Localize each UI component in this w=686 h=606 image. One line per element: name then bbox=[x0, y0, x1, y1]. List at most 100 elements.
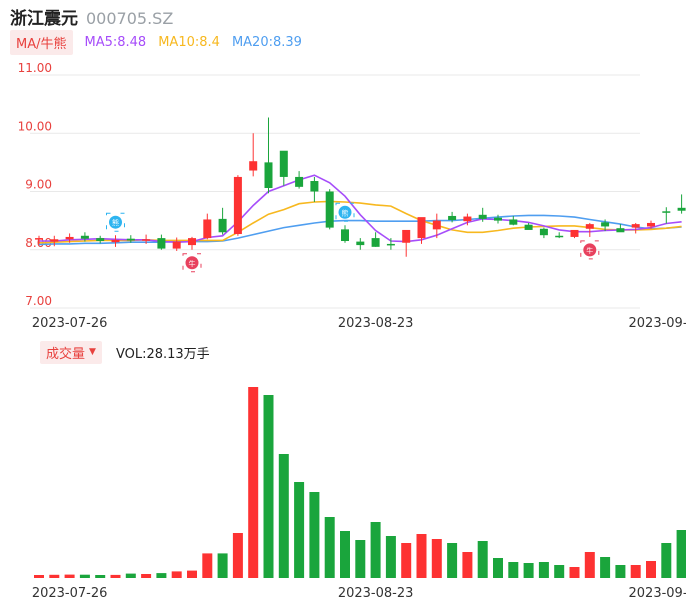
candle-body bbox=[172, 241, 181, 249]
candle bbox=[310, 176, 319, 202]
marker-label: 牛 bbox=[586, 246, 593, 255]
candle-body bbox=[555, 235, 564, 238]
candle bbox=[325, 189, 334, 230]
volume-bar bbox=[370, 522, 381, 578]
candle-body bbox=[402, 229, 411, 243]
volume-bar bbox=[324, 517, 335, 578]
marker-label: 熊 bbox=[342, 208, 349, 217]
candle-body bbox=[432, 220, 441, 230]
candle-body bbox=[662, 211, 671, 213]
ma5-line bbox=[39, 174, 682, 244]
price-candlestick-chart[interactable]: 11.0010.009.008.007.002023-07-26 2023-08-… bbox=[0, 0, 686, 340]
candle-body bbox=[356, 241, 365, 246]
candle bbox=[509, 215, 518, 226]
candle-body bbox=[310, 181, 319, 192]
candle-body bbox=[677, 207, 686, 211]
volume-bar bbox=[431, 539, 442, 578]
candle-body bbox=[494, 217, 502, 221]
candle-body bbox=[35, 238, 43, 240]
volume-bar bbox=[355, 540, 366, 578]
volume-x-tick-label: 2023-09-19 bbox=[629, 586, 686, 601]
candle-body bbox=[126, 238, 135, 241]
volume-bar bbox=[584, 552, 595, 578]
candle bbox=[585, 222, 594, 237]
volume-bar bbox=[110, 574, 121, 578]
candle bbox=[631, 222, 640, 234]
x-tick-label: 2023-09-19 bbox=[629, 316, 686, 331]
candle bbox=[111, 235, 120, 247]
candle-body bbox=[203, 219, 212, 239]
candle bbox=[172, 237, 181, 251]
candle-body bbox=[264, 162, 273, 189]
x-tick-label: 2023-07-26 bbox=[32, 316, 108, 331]
volume-x-tick-label: 2023-07-26 bbox=[32, 586, 108, 601]
candle-body bbox=[570, 229, 579, 237]
candle-body bbox=[371, 238, 380, 247]
candle-body bbox=[386, 243, 395, 246]
y-tick-label: 10.00 bbox=[18, 119, 52, 133]
candle-body bbox=[478, 214, 487, 219]
volume-bar bbox=[554, 565, 565, 578]
y-tick-label: 9.00 bbox=[25, 178, 52, 192]
volume-bar bbox=[34, 575, 44, 578]
candle-body bbox=[647, 222, 655, 227]
bear-marker-icon: 熊 bbox=[106, 212, 125, 232]
volume-bar bbox=[385, 536, 396, 578]
candle bbox=[279, 150, 288, 186]
volume-bar bbox=[95, 575, 106, 578]
volume-x-tick-label: 2023-08-23 bbox=[338, 586, 414, 601]
candle bbox=[371, 232, 380, 247]
volume-bar bbox=[79, 574, 90, 578]
candle bbox=[677, 194, 686, 214]
candle-body bbox=[616, 228, 625, 233]
bear-marker-icon: 熊 bbox=[335, 202, 355, 222]
bull-marker-icon: 牛 bbox=[580, 240, 600, 260]
candle-body bbox=[448, 215, 457, 221]
volume-bar bbox=[615, 565, 626, 578]
candle-body bbox=[96, 238, 105, 242]
candle bbox=[341, 225, 349, 243]
candle bbox=[295, 171, 304, 189]
y-tick-label: 7.00 bbox=[25, 294, 52, 308]
candle-body bbox=[417, 217, 426, 239]
candle-body bbox=[279, 150, 288, 177]
x-tick-label: 2023-08-23 bbox=[338, 316, 414, 331]
volume-bar bbox=[64, 574, 75, 578]
volume-bar bbox=[416, 534, 427, 578]
candle bbox=[402, 229, 411, 257]
candle bbox=[524, 222, 533, 230]
candle bbox=[539, 227, 548, 239]
candle-body bbox=[295, 176, 304, 187]
volume-tab-label: 成交量 bbox=[46, 346, 86, 362]
volume-bar bbox=[49, 574, 60, 578]
volume-bar bbox=[340, 531, 350, 578]
volume-bar bbox=[263, 395, 274, 578]
volume-bar bbox=[676, 530, 686, 578]
volume-bar bbox=[523, 563, 534, 578]
candle bbox=[249, 133, 258, 177]
volume-bar bbox=[447, 543, 458, 578]
candle bbox=[218, 207, 227, 235]
volume-bar bbox=[187, 570, 197, 578]
candle-body bbox=[50, 239, 59, 242]
candle-body bbox=[341, 229, 349, 242]
candle-body bbox=[585, 224, 594, 229]
volume-bar bbox=[538, 562, 549, 578]
candle-body bbox=[188, 238, 196, 246]
candle-body bbox=[80, 235, 89, 239]
volume-bar bbox=[508, 562, 519, 578]
volume-indicator-tab[interactable]: 成交量 ▼ bbox=[40, 340, 102, 364]
marker-label: 牛 bbox=[189, 259, 196, 268]
candle-body bbox=[111, 239, 120, 243]
candle bbox=[570, 229, 579, 239]
candle bbox=[157, 234, 166, 250]
candle bbox=[356, 238, 365, 250]
volume-bar bbox=[232, 533, 243, 578]
volume-bar bbox=[278, 454, 289, 578]
candle bbox=[555, 232, 564, 239]
candle bbox=[203, 213, 212, 240]
candle-body bbox=[325, 191, 334, 228]
volume-bar bbox=[156, 573, 167, 578]
candle bbox=[233, 175, 242, 236]
volume-bar bbox=[171, 571, 182, 578]
